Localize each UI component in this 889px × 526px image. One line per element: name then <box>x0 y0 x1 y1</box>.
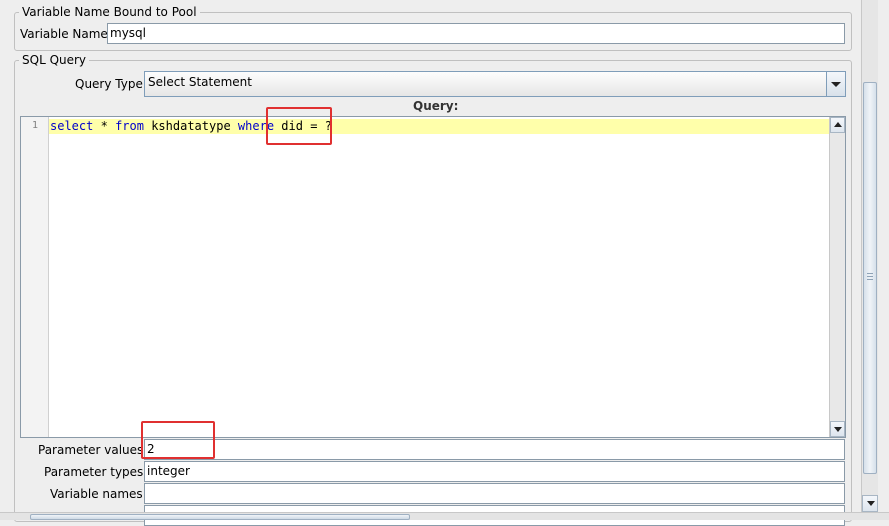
thumb-grip-line <box>867 273 873 274</box>
thumb-grip-line <box>867 276 873 277</box>
arrow-down-icon <box>867 501 875 506</box>
highlight-box-where-clause <box>266 107 332 145</box>
page-horizontal-scrollbar[interactable] <box>0 512 889 520</box>
horizontal-scroll-thumb[interactable] <box>30 514 410 520</box>
variable-names-label: Variable names: <box>50 487 147 501</box>
sql-query-group-title: SQL Query <box>19 53 90 67</box>
query-type-label: Query Type: <box>75 77 147 91</box>
page-scroll-down-button[interactable] <box>862 495 878 512</box>
line-number-gutter: 1 <box>21 117 49 437</box>
query-label: Query: <box>413 99 459 113</box>
chevron-down-icon <box>831 82 841 87</box>
editor-scroll-down-button[interactable] <box>830 421 845 437</box>
parameter-types-input[interactable]: integer <box>144 461 845 482</box>
query-type-select[interactable]: Select Statement <box>144 71 846 97</box>
sql-query-editor[interactable]: 1 select * from kshdatatype where did = … <box>20 116 846 438</box>
editor-scroll-up-button[interactable] <box>830 117 845 133</box>
thumb-grip-line <box>867 279 873 280</box>
variable-names-input[interactable] <box>144 483 845 504</box>
parameter-values-input[interactable]: 2 <box>144 439 845 460</box>
parameter-types-label: Parameter types: <box>44 465 148 479</box>
query-type-dropdown-button[interactable] <box>826 72 845 96</box>
variable-name-label: Variable Name: <box>20 27 112 41</box>
arrow-down-icon <box>834 427 842 432</box>
parameter-values-label: Parameter values: <box>38 443 148 457</box>
query-type-value: Select Statement <box>148 75 252 89</box>
token-star: * <box>100 119 108 133</box>
line-number: 1 <box>31 120 38 131</box>
keyword-select: select <box>50 119 94 133</box>
highlight-box-parameter-value <box>141 421 215 459</box>
arrow-up-icon <box>834 122 842 127</box>
page-scroll-thumb[interactable] <box>863 82 877 474</box>
pool-group-title: Variable Name Bound to Pool <box>19 5 200 19</box>
token-table: kshdatatype <box>151 119 231 133</box>
page-vertical-scrollbar[interactable] <box>861 0 878 512</box>
editor-vertical-scrollbar[interactable] <box>829 117 845 437</box>
variable-name-input[interactable]: mysql <box>107 23 845 44</box>
keyword-from: from <box>115 119 144 133</box>
jdbc-request-panel: Variable Name Bound to Pool Variable Nam… <box>0 0 889 526</box>
